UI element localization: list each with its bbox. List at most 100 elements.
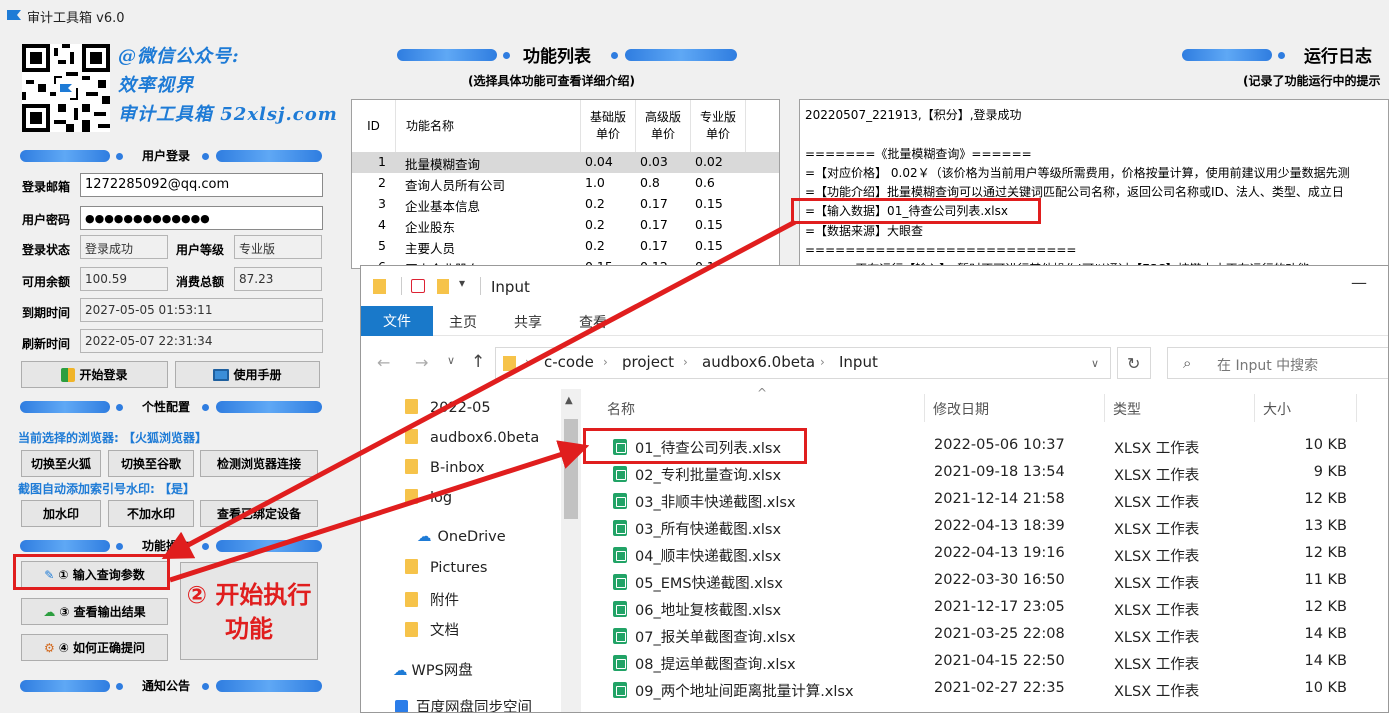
file-date: 2021-12-17 23:05 <box>934 599 1065 615</box>
run-log-panel[interactable]: 20220507_221913,【积分】,登录成功 =======《批量模糊查询… <box>799 99 1389 269</box>
tab-share[interactable]: 共享 <box>514 312 542 332</box>
how-to-ask-button[interactable]: ⚙ ④ 如何正确提问 <box>21 634 168 661</box>
app-flag-icon <box>7 10 21 20</box>
function-cell-advanced: 0.8 <box>640 175 660 190</box>
detect-browser-button[interactable]: 检测浏览器连接 <box>200 450 318 477</box>
password-field[interactable]: ●●●●●●●●●●●●● <box>80 206 323 230</box>
file-type: XLSX 工作表 <box>1114 576 1200 592</box>
balance-label: 可用余额 <box>22 275 71 289</box>
recent-dropdown-icon[interactable]: ∨ <box>447 354 455 367</box>
col-size[interactable]: 大小 <box>1263 399 1291 419</box>
forward-arrow-icon[interactable]: → <box>415 353 428 372</box>
file-row[interactable]: 05_EMS快递截图.xlsx 2022-03-30 16:50 XLSX 工作表 1… <box>597 568 1387 595</box>
email-label: 登录邮箱 <box>22 180 71 194</box>
file-date: 2021-04-15 22:50 <box>934 653 1065 669</box>
file-row[interactable]: 08_提运单截图查询.xlsx 2021-04-15 22:50 XLSX 工作表 1… <box>597 649 1387 676</box>
nav-item-b-inbox[interactable]: B-inbox <box>405 459 485 476</box>
function-cell-name: 主要人员 <box>405 241 456 256</box>
book-icon <box>213 368 230 381</box>
no-watermark-button[interactable]: 不加水印 <box>108 500 194 527</box>
up-arrow-icon[interactable]: ↑ <box>471 352 485 372</box>
function-cell-pro: 0.02 <box>695 154 723 169</box>
col-header-id[interactable]: ID <box>352 100 396 152</box>
nav-item-documents[interactable]: 文档 <box>405 619 459 640</box>
file-row[interactable]: 06_地址复核截图.xlsx 2021-12-17 23:05 XLSX 工作表 12… <box>597 595 1387 622</box>
log-line: =========================== <box>805 243 1077 258</box>
col-date[interactable]: 修改日期 <box>933 399 989 419</box>
brand-text: @微信公众号: 效率视界 审计工具箱 52xlsj.com <box>118 42 338 129</box>
file-size: 11 KB <box>1304 572 1347 588</box>
breadcrumb-audbox[interactable]: audbox6.0beta <box>702 353 815 371</box>
col-name[interactable]: 名称 <box>607 399 635 419</box>
col-header-name[interactable]: 功能名称 <box>396 100 581 152</box>
col-type[interactable]: 类型 <box>1113 399 1141 419</box>
qr-code-image <box>22 44 110 132</box>
nav-item-onedrive[interactable]: ☁ OneDrive <box>417 529 506 545</box>
function-row[interactable]: 2 查询人员所有公司 1.0 0.8 0.6 <box>352 173 779 194</box>
file-size: 9 KB <box>1313 464 1347 480</box>
nav-item-2022-05[interactable]: 2022-05 <box>405 399 491 416</box>
nav-item-audbox[interactable]: audbox6.0beta <box>405 429 539 446</box>
function-cell-pro: 0.15 <box>695 196 723 211</box>
breadcrumb-input[interactable]: Input <box>839 353 878 371</box>
switch-chrome-button[interactable]: 切换至谷歌 <box>108 450 194 477</box>
watermark-setting-text: 截图自动添加索引号水印: 【是】 <box>18 482 195 496</box>
file-row[interactable]: 09_两个地址间距离批量计算.xlsx 2021-02-27 22:35 XLSX … <box>597 676 1387 703</box>
switch-firefox-button[interactable]: 切换至火狐 <box>21 450 101 477</box>
scroll-thumb[interactable] <box>564 419 578 519</box>
nav-item-attachments[interactable]: 附件 <box>405 589 459 610</box>
file-name: 02_专利批量查询.xlsx <box>635 468 782 484</box>
view-output-button[interactable]: ☁ ③ 查看输出结果 <box>21 598 168 625</box>
function-row[interactable]: 5 主要人员 0.2 0.17 0.15 <box>352 236 779 257</box>
nav-label: OneDrive <box>437 529 506 545</box>
wps-cloud-icon: ☁ <box>393 663 408 679</box>
log-line: =【对应价格】 0.02￥（该价格为当前用户等级所需费用，价格按量计算，使用前建… <box>805 165 1350 180</box>
function-cell-name: 企业基本信息 <box>405 199 481 214</box>
nav-item-pictures[interactable]: Pictures <box>405 559 488 576</box>
explorer-title-bar: ▾ Input — <box>361 266 1388 306</box>
breadcrumb-c-code[interactable]: c-code <box>544 353 594 371</box>
back-arrow-icon[interactable]: ← <box>377 353 390 372</box>
file-row[interactable]: 07_报关单截图查询.xlsx 2021-03-25 22:08 XLSX 工作表 1… <box>597 622 1387 649</box>
excel-file-icon <box>613 601 627 617</box>
tab-view[interactable]: 查看 <box>579 312 607 332</box>
col-header-basic[interactable]: 基础版单价 <box>581 100 636 152</box>
properties-icon[interactable] <box>411 279 425 293</box>
start-login-button[interactable]: 开始登录 <box>21 361 168 388</box>
nav-label: Pictures <box>430 560 488 576</box>
nav-item-wps[interactable]: ☁ WPS网盘 <box>393 659 473 680</box>
email-field[interactable]: 1272285092@qq.com <box>80 173 323 197</box>
function-row[interactable]: 1 批量模糊查询 0.04 0.03 0.02 <box>352 152 779 173</box>
excel-file-icon <box>613 682 627 698</box>
add-watermark-button[interactable]: 加水印 <box>21 500 101 527</box>
function-row[interactable]: 4 企业股东 0.2 0.17 0.15 <box>352 215 779 236</box>
file-date: 2022-04-13 18:39 <box>934 518 1065 534</box>
bound-devices-button[interactable]: 查看已绑定设备 <box>200 500 318 527</box>
nav-item-log[interactable]: log <box>405 489 452 506</box>
col-header-pro[interactable]: 专业版单价 <box>691 100 746 152</box>
file-row[interactable]: 02_专利批量查询.xlsx 2021-09-18 13:54 XLSX 工作表 9 … <box>597 460 1387 487</box>
browser-selection-text: 当前选择的浏览器: 【火狐浏览器】 <box>18 431 207 445</box>
run-log-banner: 运行日志 <box>1182 44 1389 67</box>
run-log-title: 运行日志 <box>1304 47 1372 67</box>
minimize-icon[interactable]: — <box>1351 273 1367 292</box>
customize-toolbar-icon[interactable]: ▾ <box>459 276 465 290</box>
file-row[interactable]: 03_非顺丰快递截图.xlsx 2021-12-14 21:58 XLSX 工作表 1… <box>597 487 1387 514</box>
tab-file[interactable]: 文件 <box>361 306 433 336</box>
folder-icon <box>405 622 418 637</box>
file-type: XLSX 工作表 <box>1114 441 1200 457</box>
breadcrumb-project[interactable]: project <box>622 353 674 371</box>
refresh-label: 刷新时间 <box>22 337 71 351</box>
nav-item-baidu[interactable]: 百度网盘同步空间 <box>395 696 532 712</box>
file-row[interactable]: 04_顺丰快递截图.xlsx 2022-04-13 19:16 XLSX 工作表 12… <box>597 541 1387 568</box>
explorer-address-row: ← → ∨ ↑ › c-code › project › audbox6.0be… <box>361 337 1388 389</box>
tab-home[interactable]: 主页 <box>449 312 477 332</box>
address-dropdown-icon[interactable]: ∨ <box>1091 357 1099 370</box>
scroll-up-icon[interactable]: ▲ <box>565 395 573 406</box>
function-row[interactable]: 3 企业基本信息 0.2 0.17 0.15 <box>352 194 779 215</box>
nav-scrollbar[interactable]: ▲ <box>561 389 581 712</box>
manual-button[interactable]: 使用手册 <box>175 361 320 388</box>
file-row[interactable]: 03_所有快递截图.xlsx 2022-04-13 18:39 XLSX 工作表 13… <box>597 514 1387 541</box>
new-folder-icon[interactable] <box>437 279 449 294</box>
col-header-advanced[interactable]: 高级版单价 <box>636 100 691 152</box>
